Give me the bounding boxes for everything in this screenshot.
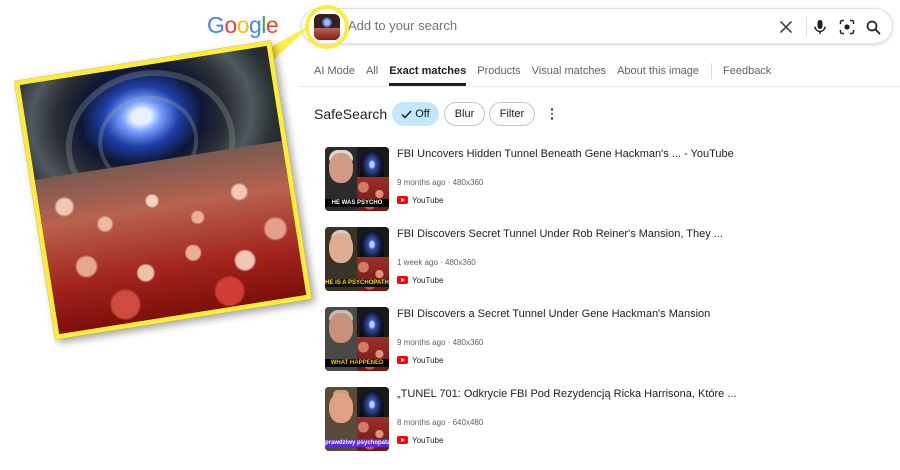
tab-ai-mode[interactable]: AI Mode: [314, 60, 355, 86]
tabs-underline-rule: [300, 86, 900, 87]
more-options-icon[interactable]: [546, 105, 558, 123]
result-size: 480x360: [452, 338, 484, 347]
safesearch-filter-label: Filter: [499, 108, 525, 120]
enlarged-query-image: [14, 40, 312, 340]
result-meta: 8 months ago · 640x480: [397, 418, 484, 427]
thumbnail-caption: HE IS A PSYCHOPATH: [325, 279, 389, 287]
result-title[interactable]: FBI Discovers Secret Tunnel Under Rob Re…: [397, 228, 723, 240]
result-source[interactable]: YouTube: [397, 434, 443, 446]
safesearch-off-chip[interactable]: Off: [392, 102, 439, 126]
logo-letter: G: [207, 12, 225, 38]
result-age: 1 week ago: [397, 258, 438, 267]
result-meta: 9 months ago · 480x360: [397, 338, 484, 347]
result-thumbnail[interactable]: WHAT HAPPENED: [325, 307, 389, 371]
safesearch-label: SafeSearch: [314, 106, 388, 122]
tab-about-this-image[interactable]: About this image: [617, 60, 699, 86]
check-icon: [401, 110, 412, 119]
result-source[interactable]: YouTube: [397, 354, 443, 366]
result-source[interactable]: YouTube: [397, 194, 443, 206]
tabs-divider: [711, 63, 712, 79]
result-age: 8 months ago: [397, 418, 446, 427]
result-source[interactable]: YouTube: [397, 274, 443, 286]
tab-feedback[interactable]: Feedback: [723, 60, 771, 86]
youtube-icon: [397, 436, 408, 444]
result-thumbnail[interactable]: HE WAS PSYCHO: [325, 147, 389, 211]
result-meta: 9 months ago · 480x360: [397, 178, 484, 187]
result-title[interactable]: FBI Discovers a Secret Tunnel Under Gene…: [397, 308, 710, 320]
safesearch-blur-label: Blur: [454, 108, 475, 120]
result-source-name: YouTube: [412, 355, 444, 365]
result-source-name: YouTube: [412, 275, 444, 285]
youtube-icon: [397, 196, 408, 204]
result-size: 480x360: [445, 258, 476, 267]
safesearch-off-label: Off: [415, 108, 430, 120]
tab-products[interactable]: Products: [477, 60, 520, 86]
tab-visual-matches[interactable]: Visual matches: [532, 60, 606, 86]
thumbnail-caption: WHAT HAPPENED: [325, 359, 389, 367]
microphone-icon[interactable]: [810, 17, 830, 37]
result-item[interactable]: prawdziwy psychopata „TUNEL 701: Odkryci…: [325, 387, 885, 451]
logo-letter: o: [236, 12, 250, 38]
result-source-name: YouTube: [412, 195, 444, 205]
search-divider: [806, 18, 807, 36]
thumbnail-caption: prawdziwy psychopata: [325, 439, 389, 447]
result-meta: 1 week ago · 480x360: [397, 258, 476, 267]
clear-icon[interactable]: [776, 17, 796, 37]
result-title[interactable]: „TUNEL 701: Odkrycie FBI Pod Rezydencją …: [397, 388, 737, 400]
search-bar: [301, 8, 893, 44]
result-item[interactable]: HE WAS PSYCHO FBI Uncovers Hidden Tunnel…: [325, 147, 885, 211]
result-age: 9 months ago: [397, 338, 446, 347]
safesearch-filter-chip[interactable]: Filter: [489, 102, 535, 126]
lens-icon[interactable]: [837, 17, 857, 37]
search-tabs: AI Mode All Exact matches Products Visua…: [314, 60, 782, 86]
result-size: 480x360: [452, 178, 484, 187]
result-thumbnail[interactable]: prawdziwy psychopata: [325, 387, 389, 451]
search-input[interactable]: [348, 18, 748, 33]
result-title[interactable]: FBI Uncovers Hidden Tunnel Beneath Gene …: [397, 148, 734, 160]
thumbnail-caption: HE WAS PSYCHO: [325, 199, 389, 207]
result-item[interactable]: WHAT HAPPENED FBI Discovers a Secret Tun…: [325, 307, 885, 371]
result-source-name: YouTube: [412, 435, 444, 445]
result-thumbnail[interactable]: HE IS A PSYCHOPATH: [325, 227, 389, 291]
safesearch-blur-chip[interactable]: Blur: [444, 102, 485, 126]
search-image-thumbnail[interactable]: [314, 14, 340, 40]
youtube-icon: [397, 276, 408, 284]
tab-exact-matches[interactable]: Exact matches: [389, 60, 467, 86]
logo-letter: e: [265, 12, 279, 38]
logo-letter: o: [224, 12, 237, 38]
tab-all[interactable]: All: [366, 60, 378, 86]
result-item[interactable]: HE IS A PSYCHOPATH FBI Discovers Secret …: [325, 227, 885, 291]
logo-letter: g: [248, 12, 262, 38]
google-logo[interactable]: Google: [207, 12, 279, 39]
result-age: 9 months ago: [397, 178, 446, 187]
youtube-icon: [397, 356, 408, 364]
search-icon[interactable]: [863, 17, 883, 37]
result-size: 640x480: [452, 418, 484, 427]
